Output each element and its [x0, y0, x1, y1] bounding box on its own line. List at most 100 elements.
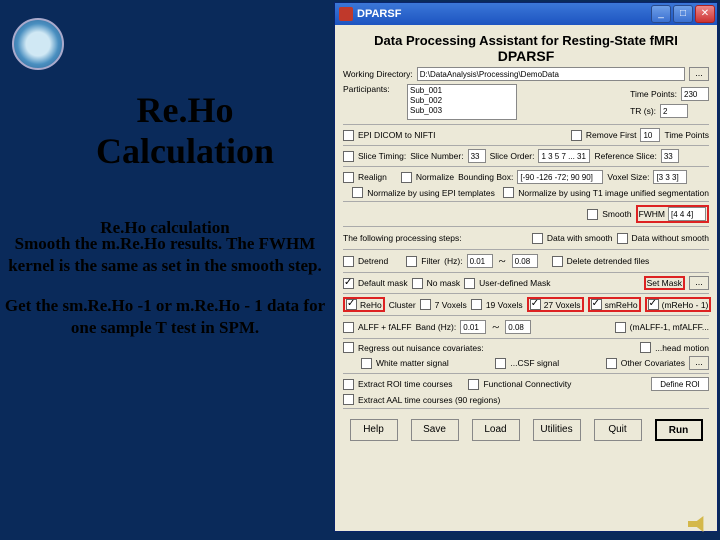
timepoints-input[interactable]: 230 — [681, 87, 709, 101]
data-nosmooth-checkbox[interactable] — [617, 233, 628, 244]
norm-t1-checkbox[interactable] — [503, 187, 514, 198]
app-title-short: DPARSF — [343, 48, 709, 64]
sliceorder-label: Slice Order: — [490, 151, 535, 161]
sliceorder-input[interactable]: 1 3 5 7 ... 31 — [538, 149, 590, 163]
defaultmask-label: Default mask — [358, 278, 408, 288]
reho-label: ReHo — [360, 300, 382, 310]
refslice-input[interactable]: 33 — [661, 149, 679, 163]
run-button[interactable]: Run — [655, 419, 703, 441]
quit-button[interactable]: Quit — [594, 419, 642, 441]
csf-checkbox[interactable] — [495, 358, 506, 369]
dparsf-window: DPARSF _ □ ✕ Data Processing Assistant f… — [334, 2, 718, 532]
reho-checkbox[interactable] — [346, 299, 357, 310]
deldetrend-label: Delete detrended files — [567, 256, 650, 266]
processing-note: The following processing steps: — [343, 233, 462, 243]
maximize-button[interactable]: □ — [673, 5, 693, 23]
bb-input[interactable]: [-90 -126 -72; 90 90] — [517, 170, 603, 184]
smooth-row: Smooth FWHM [4 4 4] — [343, 205, 709, 223]
epi-checkbox[interactable] — [343, 130, 354, 141]
reho-19v-label: 19 Voxels — [486, 300, 523, 310]
norm-epi-checkbox[interactable] — [352, 187, 363, 198]
cluster-label: Cluster — [389, 300, 416, 310]
slicenum-label: Slice Number: — [410, 151, 463, 161]
para1-text: Smooth the m.Re.Ho results. The FWHM ker… — [8, 234, 322, 275]
processing-note-row: The following processing steps: Data wit… — [343, 230, 709, 246]
removefirst-input[interactable]: 10 — [640, 128, 660, 142]
reho-redbox: ReHo — [343, 297, 385, 312]
save-button[interactable]: Save — [411, 419, 459, 441]
headmotion-checkbox[interactable] — [640, 342, 651, 353]
close-button[interactable]: ✕ — [695, 5, 715, 23]
removefirst-checkbox[interactable] — [571, 130, 582, 141]
fwhm-redbox: FWHM [4 4 4] — [636, 205, 709, 223]
othercov-checkbox[interactable] — [606, 358, 617, 369]
overlap-line: Re.Ho calculation — [0, 217, 330, 239]
othercov-browse[interactable]: ... — [689, 356, 709, 370]
alff-low-input[interactable]: 0.01 — [460, 320, 486, 334]
slide-title: Re.Ho Calculation — [40, 90, 330, 173]
deldetrend-checkbox[interactable] — [552, 256, 563, 267]
slicenum-input[interactable]: 33 — [468, 149, 486, 163]
malff-checkbox[interactable] — [615, 322, 626, 333]
mask-row: Default mask No mask User-defined Mask S… — [343, 276, 709, 290]
regress-row2: White matter signal ...CSF signal Other … — [343, 356, 709, 370]
tr-input[interactable]: 2 — [660, 104, 688, 118]
alff-high-input[interactable]: 0.08 — [505, 320, 531, 334]
tilde-icon-2: ~ — [490, 319, 501, 335]
window-titlebar[interactable]: DPARSF _ □ ✕ — [335, 3, 717, 25]
voxsize-input[interactable]: [3 3 3] — [653, 170, 687, 184]
mask-browse-button[interactable]: ... — [689, 276, 709, 290]
realign-checkbox[interactable] — [343, 172, 354, 183]
regress-checkbox[interactable] — [343, 342, 354, 353]
mreho-checkbox[interactable] — [648, 299, 659, 310]
workdir-label: Working Directory: — [343, 69, 413, 79]
usermask-checkbox[interactable] — [464, 278, 475, 289]
utilities-button[interactable]: Utilities — [533, 419, 581, 441]
detrend-label: Detrend — [358, 256, 388, 266]
filter-label: Filter — [421, 256, 440, 266]
detrend-checkbox[interactable] — [343, 256, 354, 267]
smooth-checkbox[interactable] — [587, 209, 598, 220]
aal-checkbox[interactable] — [343, 394, 354, 405]
alff-row: ALFF + fALFF Band (Hz): 0.01 ~ 0.08 (mAL… — [343, 319, 709, 335]
participants-listbox[interactable]: Sub_001 Sub_002 Sub_003 — [407, 84, 517, 120]
alff-checkbox[interactable] — [343, 322, 354, 333]
fwhm-input[interactable]: [4 4 4] — [668, 207, 706, 221]
help-button[interactable]: Help — [350, 419, 398, 441]
load-button[interactable]: Load — [472, 419, 520, 441]
fc-checkbox[interactable] — [468, 379, 479, 390]
othercov-label: Other Covariates — [621, 358, 685, 368]
wm-checkbox[interactable] — [361, 358, 372, 369]
filter-low-input[interactable]: 0.01 — [467, 254, 493, 268]
norm-t1-label: Normalize by using T1 image unified segm… — [518, 188, 709, 198]
mreho-label: (mReHo - 1) — [662, 300, 709, 310]
detrend-filter-row: Detrend Filter (Hz): 0.01 ~ 0.08 Delete … — [343, 253, 709, 269]
minimize-button[interactable]: _ — [651, 5, 671, 23]
smreho-checkbox[interactable] — [591, 299, 602, 310]
data-smooth-checkbox[interactable] — [532, 233, 543, 244]
tr-label: TR (s): — [630, 106, 656, 116]
workdir-input[interactable]: D:\DataAnalysis\Processing\DemoData — [417, 67, 685, 81]
smooth-label: Smooth — [602, 209, 631, 219]
defineroi-button[interactable]: Define ROI — [651, 377, 709, 391]
nomask-label: No mask — [427, 278, 461, 288]
fc-label: Functional Connectivity — [483, 379, 571, 389]
reho-27v-checkbox[interactable] — [530, 299, 541, 310]
slide-paragraph-2: Get the sm.Re.Ho -1 or m.Re.Ho - 1 data … — [0, 295, 330, 339]
malff-label: (mALFF-1, mfALFF... — [630, 322, 709, 332]
timepoints-label: Time Points: — [630, 89, 677, 99]
reho-27v-label: 27 Voxels — [544, 300, 581, 310]
reho-19v-checkbox[interactable] — [471, 299, 482, 310]
reho-27v-redbox: 27 Voxels — [527, 297, 584, 312]
csf-label: ...CSF signal — [510, 358, 559, 368]
epi-row: EPI DICOM to NIFTI Remove First 10 Time … — [343, 128, 709, 142]
filter-checkbox[interactable] — [406, 256, 417, 267]
normalize-checkbox[interactable] — [401, 172, 412, 183]
workdir-browse-button[interactable]: ... — [689, 67, 709, 81]
nomask-checkbox[interactable] — [412, 278, 423, 289]
slicetiming-checkbox[interactable] — [343, 151, 354, 162]
reho-7v-checkbox[interactable] — [420, 299, 431, 310]
filter-high-input[interactable]: 0.08 — [512, 254, 538, 268]
defaultmask-checkbox[interactable] — [343, 278, 354, 289]
roi-tc-checkbox[interactable] — [343, 379, 354, 390]
